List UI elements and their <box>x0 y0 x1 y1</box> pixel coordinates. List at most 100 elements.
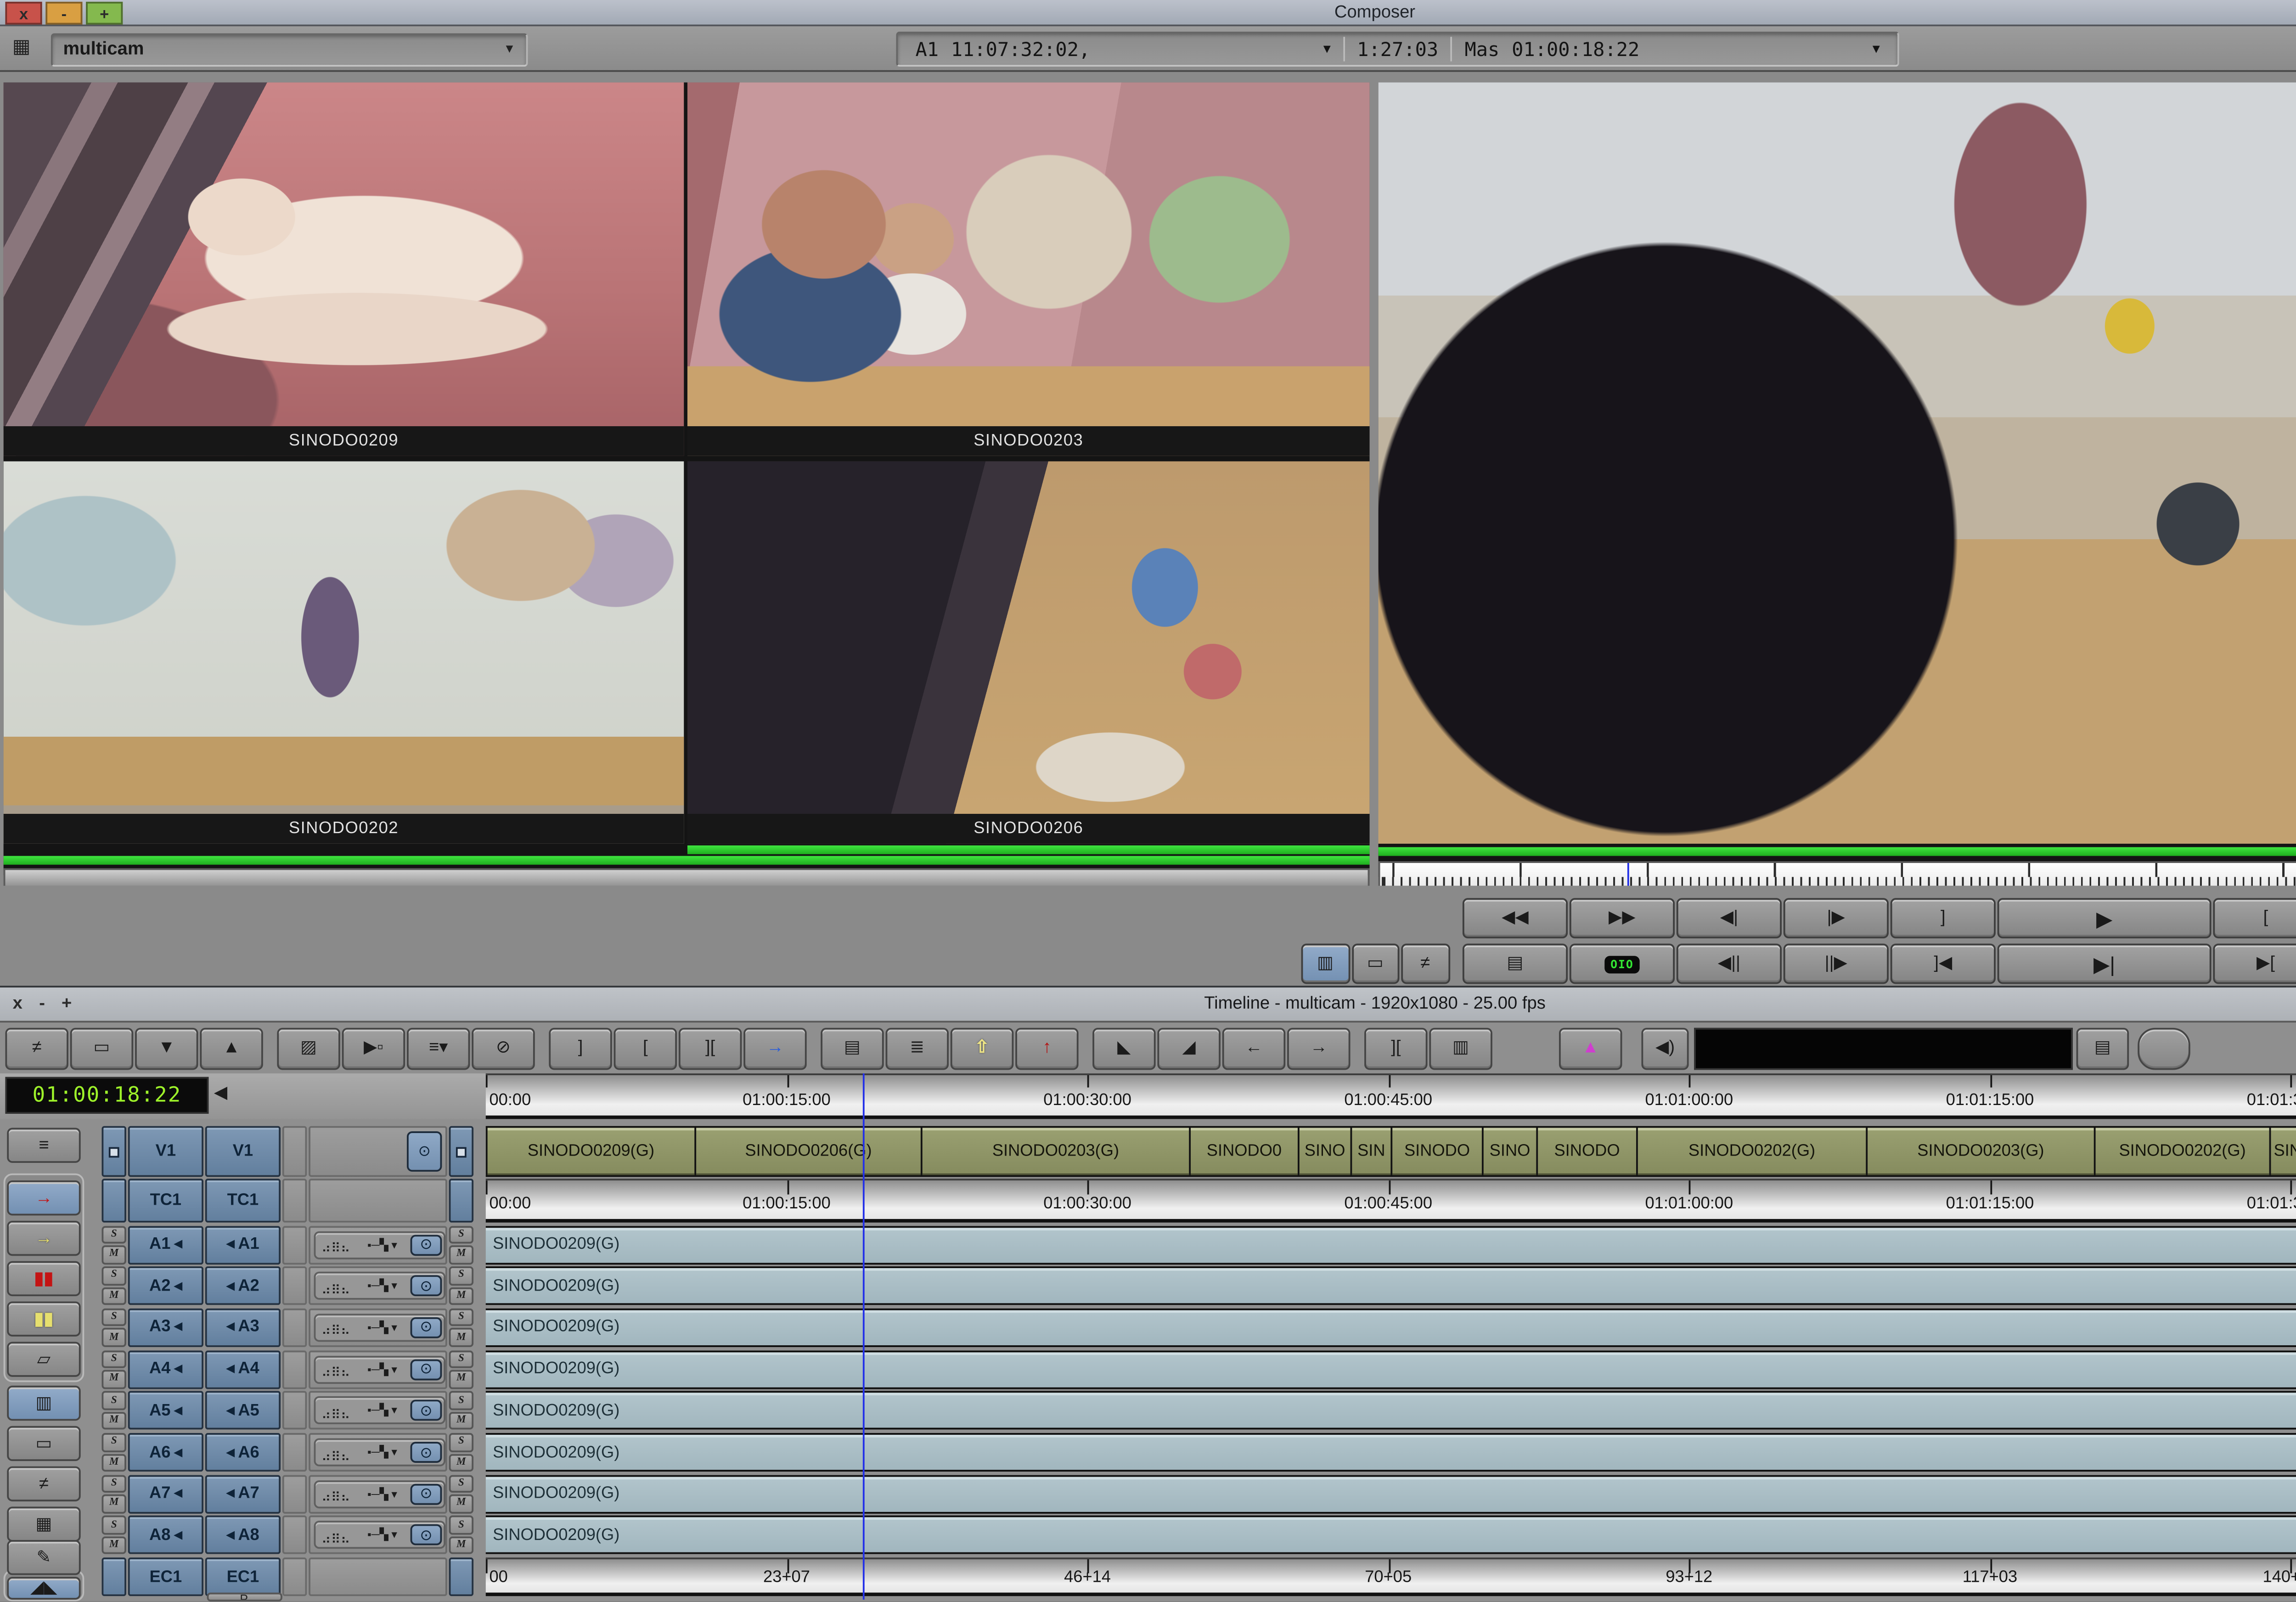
record-track-button-TC1[interactable]: TC1 <box>205 1179 281 1222</box>
trim-ladder-button[interactable]: ≣ <box>886 1027 949 1069</box>
focus-up-button[interactable]: ▲ <box>200 1027 263 1069</box>
mute-button-A1[interactable]: M <box>101 1245 126 1264</box>
mute-button-A8-right[interactable]: M <box>449 1536 473 1555</box>
mute-button-A6[interactable]: M <box>101 1453 126 1472</box>
track-monitor-V1[interactable] <box>101 1126 126 1177</box>
mark-clip-button[interactable]: ][ <box>679 1027 742 1069</box>
angle-tile-2[interactable]: SINODO0203 <box>687 82 1370 456</box>
timeline-playhead[interactable] <box>862 1072 864 1599</box>
mute-button-A1-right[interactable]: M <box>449 1245 473 1264</box>
speaker-button[interactable]: ◀) <box>1641 1027 1688 1069</box>
record-track-button-A4[interactable]: ◀A4 <box>205 1350 281 1388</box>
source-track-button-V1[interactable]: V1 <box>128 1126 203 1177</box>
source-clip-menu-icon[interactable]: ▦ <box>12 35 31 58</box>
mute-button-A7-right[interactable]: M <box>449 1495 473 1513</box>
source-track-button-A5[interactable]: A5◀ <box>128 1392 203 1430</box>
angle-video-3[interactable] <box>4 461 684 844</box>
mute-button-A2[interactable]: M <box>101 1287 126 1305</box>
pan-automation-button-A1[interactable]: ▪─▚ ▾ <box>356 1237 409 1252</box>
trim-both-button[interactable]: ][ <box>1364 1027 1427 1069</box>
source-track-button-A4[interactable]: A4◀ <box>128 1350 203 1388</box>
pan-automation-button-A3[interactable]: ▪─▚ ▾ <box>356 1320 409 1335</box>
angle-video-4[interactable] <box>687 461 1370 844</box>
pan-automation-button-A6[interactable]: ▪─▚ ▾ <box>356 1445 409 1460</box>
mute-button-A3[interactable]: M <box>101 1328 126 1347</box>
segment-splice-button[interactable]: → <box>7 1221 80 1256</box>
track-monitor-right-EC1[interactable] <box>449 1557 473 1596</box>
waveform-button-A2[interactable]: ⣠⣶⣄ <box>317 1278 354 1294</box>
timeline-fast-menu-button[interactable]: ≡ <box>7 1128 80 1163</box>
track-content-A4[interactable]: SINODO0209(G) <box>486 1350 2296 1388</box>
solo-button-A4-right[interactable]: S <box>449 1350 473 1368</box>
clip-info-button[interactable]: ▤ <box>1463 944 1568 984</box>
source-track-button-A2[interactable]: A2◀ <box>128 1267 203 1305</box>
waveform-button-A5[interactable]: ⣠⣶⣄ <box>317 1403 354 1418</box>
track-monitor-EC1[interactable] <box>101 1557 126 1596</box>
solo-button-A2-right[interactable]: S <box>449 1267 473 1285</box>
timeline-clip[interactable]: SINODO0206(G) <box>694 1128 921 1175</box>
track-power-button-A7[interactable]: ⊙ <box>411 1484 442 1505</box>
track-monitor-TC1[interactable] <box>101 1179 126 1222</box>
timeline-clip[interactable]: SINODO <box>1390 1128 1482 1175</box>
quad-split-display-button[interactable]: ▥ <box>1301 944 1350 984</box>
waveform-button-A4[interactable]: ⣠⣶⣄ <box>317 1361 354 1377</box>
track-power-button-A6[interactable]: ⊙ <box>411 1442 442 1463</box>
track-power-button-V1[interactable]: ⊙ <box>407 1131 442 1172</box>
waveform-button-A7[interactable]: ⣠⣶⣄ <box>317 1486 354 1501</box>
solo-button-A7-right[interactable]: S <box>449 1474 473 1493</box>
chevron-down-icon[interactable]: ▼ <box>1323 42 1331 56</box>
angle-tile-3[interactable]: SINODO0202 <box>4 461 684 844</box>
record-playhead[interactable] <box>1627 863 1630 887</box>
trim-yellow-button[interactable]: ▮▮ <box>7 1302 80 1337</box>
go-to-in-button[interactable]: ]◀ <box>1891 944 1996 984</box>
track-content-EC1[interactable]: 0023+0746+1470+0593+12117+03140+10164+01 <box>486 1557 2296 1596</box>
solo-button-A3-right[interactable]: S <box>449 1308 473 1326</box>
waveform-button-A3[interactable]: ⣠⣶⣄ <box>317 1320 354 1335</box>
timeline-clip[interactable]: SINODO0203(G) <box>921 1128 1189 1175</box>
record-track-button-V1[interactable]: V1 <box>205 1126 281 1177</box>
solo-button-A4[interactable]: S <box>101 1350 126 1368</box>
timecode-info-bar[interactable]: A1 11:07:32:02, ▼ 1:27:03 Mas 01:00:18:2… <box>896 32 1899 67</box>
timeline-clip[interactable]: SINODO0 <box>1189 1128 1298 1175</box>
partial-track-button[interactable]: P <box>206 1592 281 1602</box>
mute-button-A6-right[interactable]: M <box>449 1453 473 1472</box>
slip-trim-button[interactable]: ◢◣ <box>7 1577 80 1600</box>
pan-automation-button-A7[interactable]: ▪─▚ ▾ <box>356 1487 409 1501</box>
record-track-button-A7[interactable]: ◀A7 <box>205 1474 281 1513</box>
gang-view-button[interactable]: ▭ <box>7 1426 80 1461</box>
trim-red-button[interactable]: ▮▮ <box>7 1261 80 1296</box>
full-display-button[interactable]: ▭ <box>1351 944 1399 984</box>
mark-in-button[interactable]: [ <box>614 1027 677 1069</box>
source-track-button-A3[interactable]: A3◀ <box>128 1308 203 1347</box>
source-track-button-EC1[interactable]: EC1 <box>128 1557 203 1596</box>
track-content-A3[interactable]: SINODO0209(G) <box>486 1308 2296 1347</box>
effect-mode-button[interactable]: ▱ <box>7 1342 80 1376</box>
pan-automation-button-A2[interactable]: ▪─▚ ▾ <box>356 1279 409 1293</box>
source-position-bar[interactable] <box>4 868 1370 887</box>
track-content-A1[interactable]: SINODO0209(G) <box>486 1225 2296 1264</box>
track-power-button-A3[interactable]: ⊙ <box>411 1317 442 1338</box>
waveform-button-A1[interactable]: ⣠⣶⣄ <box>317 1236 354 1252</box>
lift-button[interactable]: ⇧ <box>951 1027 1013 1069</box>
trim-b-button[interactable]: ◢ <box>1157 1027 1220 1069</box>
solo-button-A7[interactable]: S <box>101 1474 126 1493</box>
audio-mixer-button[interactable]: ≠ <box>5 1027 68 1069</box>
timeline-clip[interactable]: SINODO0203(G) <box>1866 1128 2093 1175</box>
angle-video-1[interactable] <box>4 82 684 456</box>
grid-view-button[interactable]: ▦ <box>7 1506 80 1541</box>
clipboard-button[interactable]: ▭ <box>70 1027 133 1069</box>
segment-overwrite-button[interactable]: → <box>7 1180 80 1215</box>
mute-button-A3-right[interactable]: M <box>449 1328 473 1347</box>
multicam-mode-button[interactable]: ▥ <box>7 1386 80 1421</box>
segment-bars-button[interactable]: ▤ <box>821 1027 884 1069</box>
source-track-button-A6[interactable]: A6◀ <box>128 1433 203 1472</box>
source-track-button-A7[interactable]: A7◀ <box>128 1474 203 1513</box>
solo-button-A1-right[interactable]: S <box>449 1225 473 1243</box>
track-content-V1[interactable]: SINODO0209(G)SINODO0206(G)SINODO0203(G)S… <box>486 1126 2296 1177</box>
mute-button-A5-right[interactable]: M <box>449 1411 473 1430</box>
extend-button[interactable]: → <box>743 1027 806 1069</box>
oval-button[interactable] <box>2138 1027 2190 1069</box>
record-track-button-EC1[interactable]: EC1 <box>205 1557 281 1596</box>
source-clip-selector[interactable]: multicam ▼ <box>51 33 528 66</box>
track-bars-button[interactable]: ▥ <box>1429 1027 1492 1069</box>
